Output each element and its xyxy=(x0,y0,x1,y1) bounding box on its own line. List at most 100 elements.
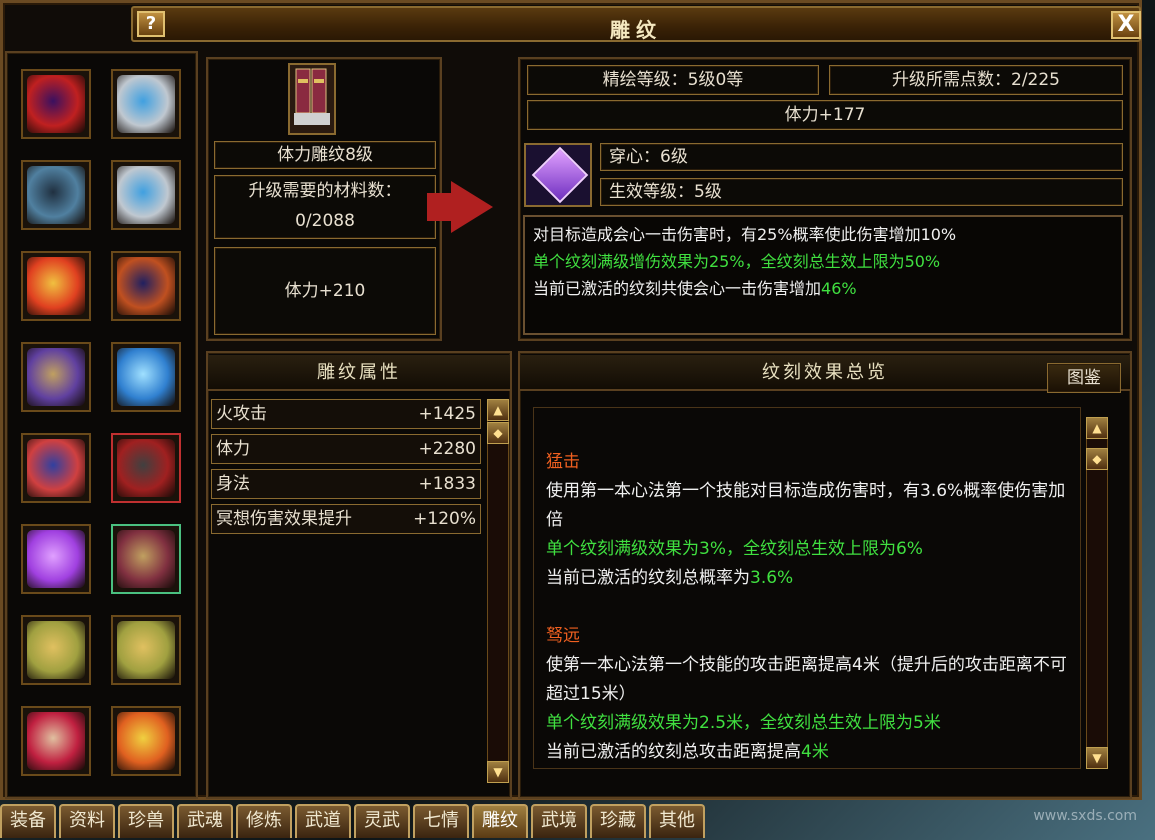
desc-line-1: 对目标造成会心一击伤害时，有25%概率使此伤害增加10% xyxy=(533,225,957,244)
skill-name: 穿心：6级 xyxy=(600,143,1123,171)
overview-content: 猛击使用第一本心法第一个技能对目标造成伤害时，有3.6%概率使伤害加倍单个纹刻满… xyxy=(533,407,1081,769)
equipment-slot[interactable] xyxy=(21,706,91,776)
scroll-up-icon[interactable]: ▲ xyxy=(487,399,509,421)
tab-4[interactable]: 修炼 xyxy=(236,804,292,838)
tab-11[interactable]: 其他 xyxy=(649,804,705,838)
section-description: 使第一本心法第一个技能的攻击距离提高4米（提升后的攻击距离不可超过15米） xyxy=(546,655,1067,704)
current-carving-panel: 体力雕纹8级 升级需要的材料数： 0/2088 体力+210 xyxy=(206,57,442,341)
overview-scrollbar[interactable]: ▲ ◆ ▼ xyxy=(1086,417,1108,769)
tab-6[interactable]: 灵武 xyxy=(354,804,410,838)
materials-box: 升级需要的材料数： 0/2088 xyxy=(214,175,436,239)
title-bar[interactable]: 雕纹 xyxy=(131,6,1141,42)
equipment-slot[interactable] xyxy=(21,615,91,685)
attribute-value: +1833 xyxy=(418,474,476,494)
effect-level: 生效等级：5级 xyxy=(600,178,1123,206)
tab-0[interactable]: 装备 xyxy=(0,804,56,838)
equipment-slot[interactable] xyxy=(111,251,181,321)
section-current: 当前已激活的纹刻总概率为3.6% xyxy=(546,564,1070,593)
section-current-value: 4米 xyxy=(801,742,829,762)
section-current-value: 3.6% xyxy=(750,568,794,588)
attribute-label: 体力 xyxy=(216,439,250,459)
attribute-row[interactable]: 冥想伤害效果提升 +120% xyxy=(211,504,481,534)
boots-item-icon[interactable] xyxy=(288,63,336,135)
catalog-button[interactable]: 图鉴 xyxy=(1047,363,1121,393)
tab-9[interactable]: 武境 xyxy=(531,804,587,838)
equipment-slot[interactable] xyxy=(21,524,91,594)
attribute-value: +2280 xyxy=(418,439,476,459)
equipment-slot[interactable] xyxy=(111,342,181,412)
equipment-slot[interactable] xyxy=(111,524,181,594)
attribute-label: 身法 xyxy=(216,474,250,494)
upgrade-arrow-icon xyxy=(451,181,493,233)
boots-icon xyxy=(117,530,175,588)
overview-section: 驽远 使第一本心法第一个技能的攻击距离提高4米（提升后的攻击距离不可超过15米） 单… xyxy=(546,622,1070,767)
weapon-blade-icon xyxy=(27,75,85,133)
ring-icon xyxy=(117,75,175,133)
attribute-row[interactable]: 体力 +2280 xyxy=(211,434,481,464)
attributes-heading: 雕纹属性 xyxy=(208,355,510,391)
current-stat: 体力+210 xyxy=(214,247,436,335)
attribute-label: 火攻击 xyxy=(216,404,267,424)
section-cap: 单个纹刻满级效果为3%，全纹刻总生效上限为6% xyxy=(546,539,923,559)
materials-label: 升级需要的材料数： xyxy=(248,181,402,201)
carving-item-name: 体力雕纹8级 xyxy=(214,141,436,169)
bracer-icon xyxy=(117,257,175,315)
desc-line-3-prefix: 当前已激活的纹刻共使会心一击伤害增加 xyxy=(533,279,822,298)
section-current-prefix: 当前已激活的纹刻总攻击距离提高 xyxy=(546,742,801,762)
section-current: 当前已激活的纹刻总攻击距离提高4米 xyxy=(546,738,1070,767)
tab-2[interactable]: 珍兽 xyxy=(118,804,174,838)
scroll-thumb-icon[interactable]: ◆ xyxy=(487,422,509,444)
attributes-scrollbar[interactable]: ▲ ◆ ▼ xyxy=(487,399,509,783)
necklace-icon xyxy=(27,712,85,770)
overview-section: 猛击使用第一本心法第一个技能对目标造成伤害时，有3.6%概率使伤害加倍单个纹刻满… xyxy=(546,448,1070,593)
attribute-row[interactable]: 火攻击 +1425 xyxy=(211,399,481,429)
tab-10[interactable]: 珍藏 xyxy=(590,804,646,838)
points-needed: 升级所需点数：2/225 xyxy=(829,65,1123,95)
attribute-row[interactable]: 身法 +1833 xyxy=(211,469,481,499)
carving-window: 雕纹 ? X 体力雕纹8级 升级需要的材料数： 0/2088 体力+210 精绘… xyxy=(0,0,1142,800)
window-title: 雕纹 xyxy=(610,18,662,42)
equipment-slot[interactable] xyxy=(111,706,181,776)
equipment-slot[interactable] xyxy=(111,433,181,503)
equipment-slot[interactable] xyxy=(21,69,91,139)
equipment-panel xyxy=(5,51,198,799)
equipment-slot[interactable] xyxy=(21,160,91,230)
belt-icon xyxy=(27,348,85,406)
talisman-icon xyxy=(117,712,175,770)
section-description: 使用第一本心法第一个技能对目标造成伤害时，有3.6%概率使伤害加倍 xyxy=(546,481,1066,530)
overview-scroll-thumb-icon[interactable]: ◆ xyxy=(1086,448,1108,470)
glove-icon xyxy=(117,439,175,497)
tab-7[interactable]: 七情 xyxy=(413,804,469,838)
overview-scroll-up-icon[interactable]: ▲ xyxy=(1086,417,1108,439)
skill-gem-icon[interactable] xyxy=(524,143,592,207)
desc-line-2: 单个纹刻满级增伤效果为25%，全纹刻总生效上限为50% xyxy=(533,252,941,271)
category-tabs: 装备 资料 珍兽 武魂 修炼 武道 灵武 七情 雕纹 武境 珍藏 其他 xyxy=(0,802,708,840)
section-title: 猛击 xyxy=(546,452,580,472)
overview-heading: 纹刻效果总览 xyxy=(520,355,1130,391)
upgrade-arrow-body xyxy=(427,193,453,221)
section-current-prefix: 当前已激活的纹刻总概率为 xyxy=(546,568,750,588)
tab-5[interactable]: 武道 xyxy=(295,804,351,838)
tab-1[interactable]: 资料 xyxy=(59,804,115,838)
materials-value: 0/2088 xyxy=(295,211,355,231)
equipment-slot[interactable] xyxy=(111,615,181,685)
upgrade-stat: 体力+177 xyxy=(527,100,1123,130)
equipment-slot[interactable] xyxy=(111,69,181,139)
equipment-slot[interactable] xyxy=(111,160,181,230)
help-button[interactable]: ? xyxy=(137,11,165,37)
tab-8[interactable]: 雕纹 xyxy=(472,804,528,838)
equipment-slot[interactable] xyxy=(21,433,91,503)
equipment-slot[interactable] xyxy=(21,342,91,412)
equipment-slot[interactable] xyxy=(21,251,91,321)
attribute-value: +120% xyxy=(413,509,476,529)
ring-icon xyxy=(117,166,175,224)
scroll-down-icon[interactable]: ▼ xyxy=(487,761,509,783)
overview-scroll-down-icon[interactable]: ▼ xyxy=(1086,747,1108,769)
shoulder-armor-icon xyxy=(27,439,85,497)
section-cap: 单个纹刻满级效果为2.5米，全纹刻总生效上限为5米 xyxy=(546,713,941,733)
desc-line-3-value: 46% xyxy=(821,279,857,298)
tab-3[interactable]: 武魂 xyxy=(177,804,233,838)
jade-pendant-icon xyxy=(117,621,175,679)
close-button[interactable]: X xyxy=(1111,11,1141,39)
desc-line-3: 当前已激活的纹刻共使会心一击伤害增加46% xyxy=(533,275,1113,302)
